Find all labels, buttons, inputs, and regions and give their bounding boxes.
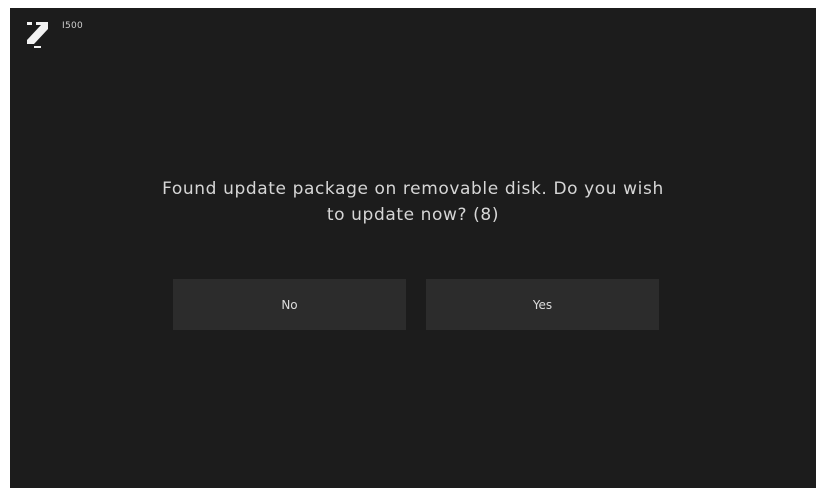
yes-button[interactable]: Yes	[426, 279, 659, 330]
no-button[interactable]: No	[173, 279, 406, 330]
brand-logo-icon	[27, 22, 48, 48]
yes-button-label: Yes	[532, 297, 553, 312]
update-prompt-message: Found update package on removable disk. …	[162, 179, 664, 225]
no-button-label: No	[281, 297, 298, 312]
update-screen: I500 Found update package on removable d…	[10, 8, 816, 488]
model-label: I500	[62, 21, 84, 31]
